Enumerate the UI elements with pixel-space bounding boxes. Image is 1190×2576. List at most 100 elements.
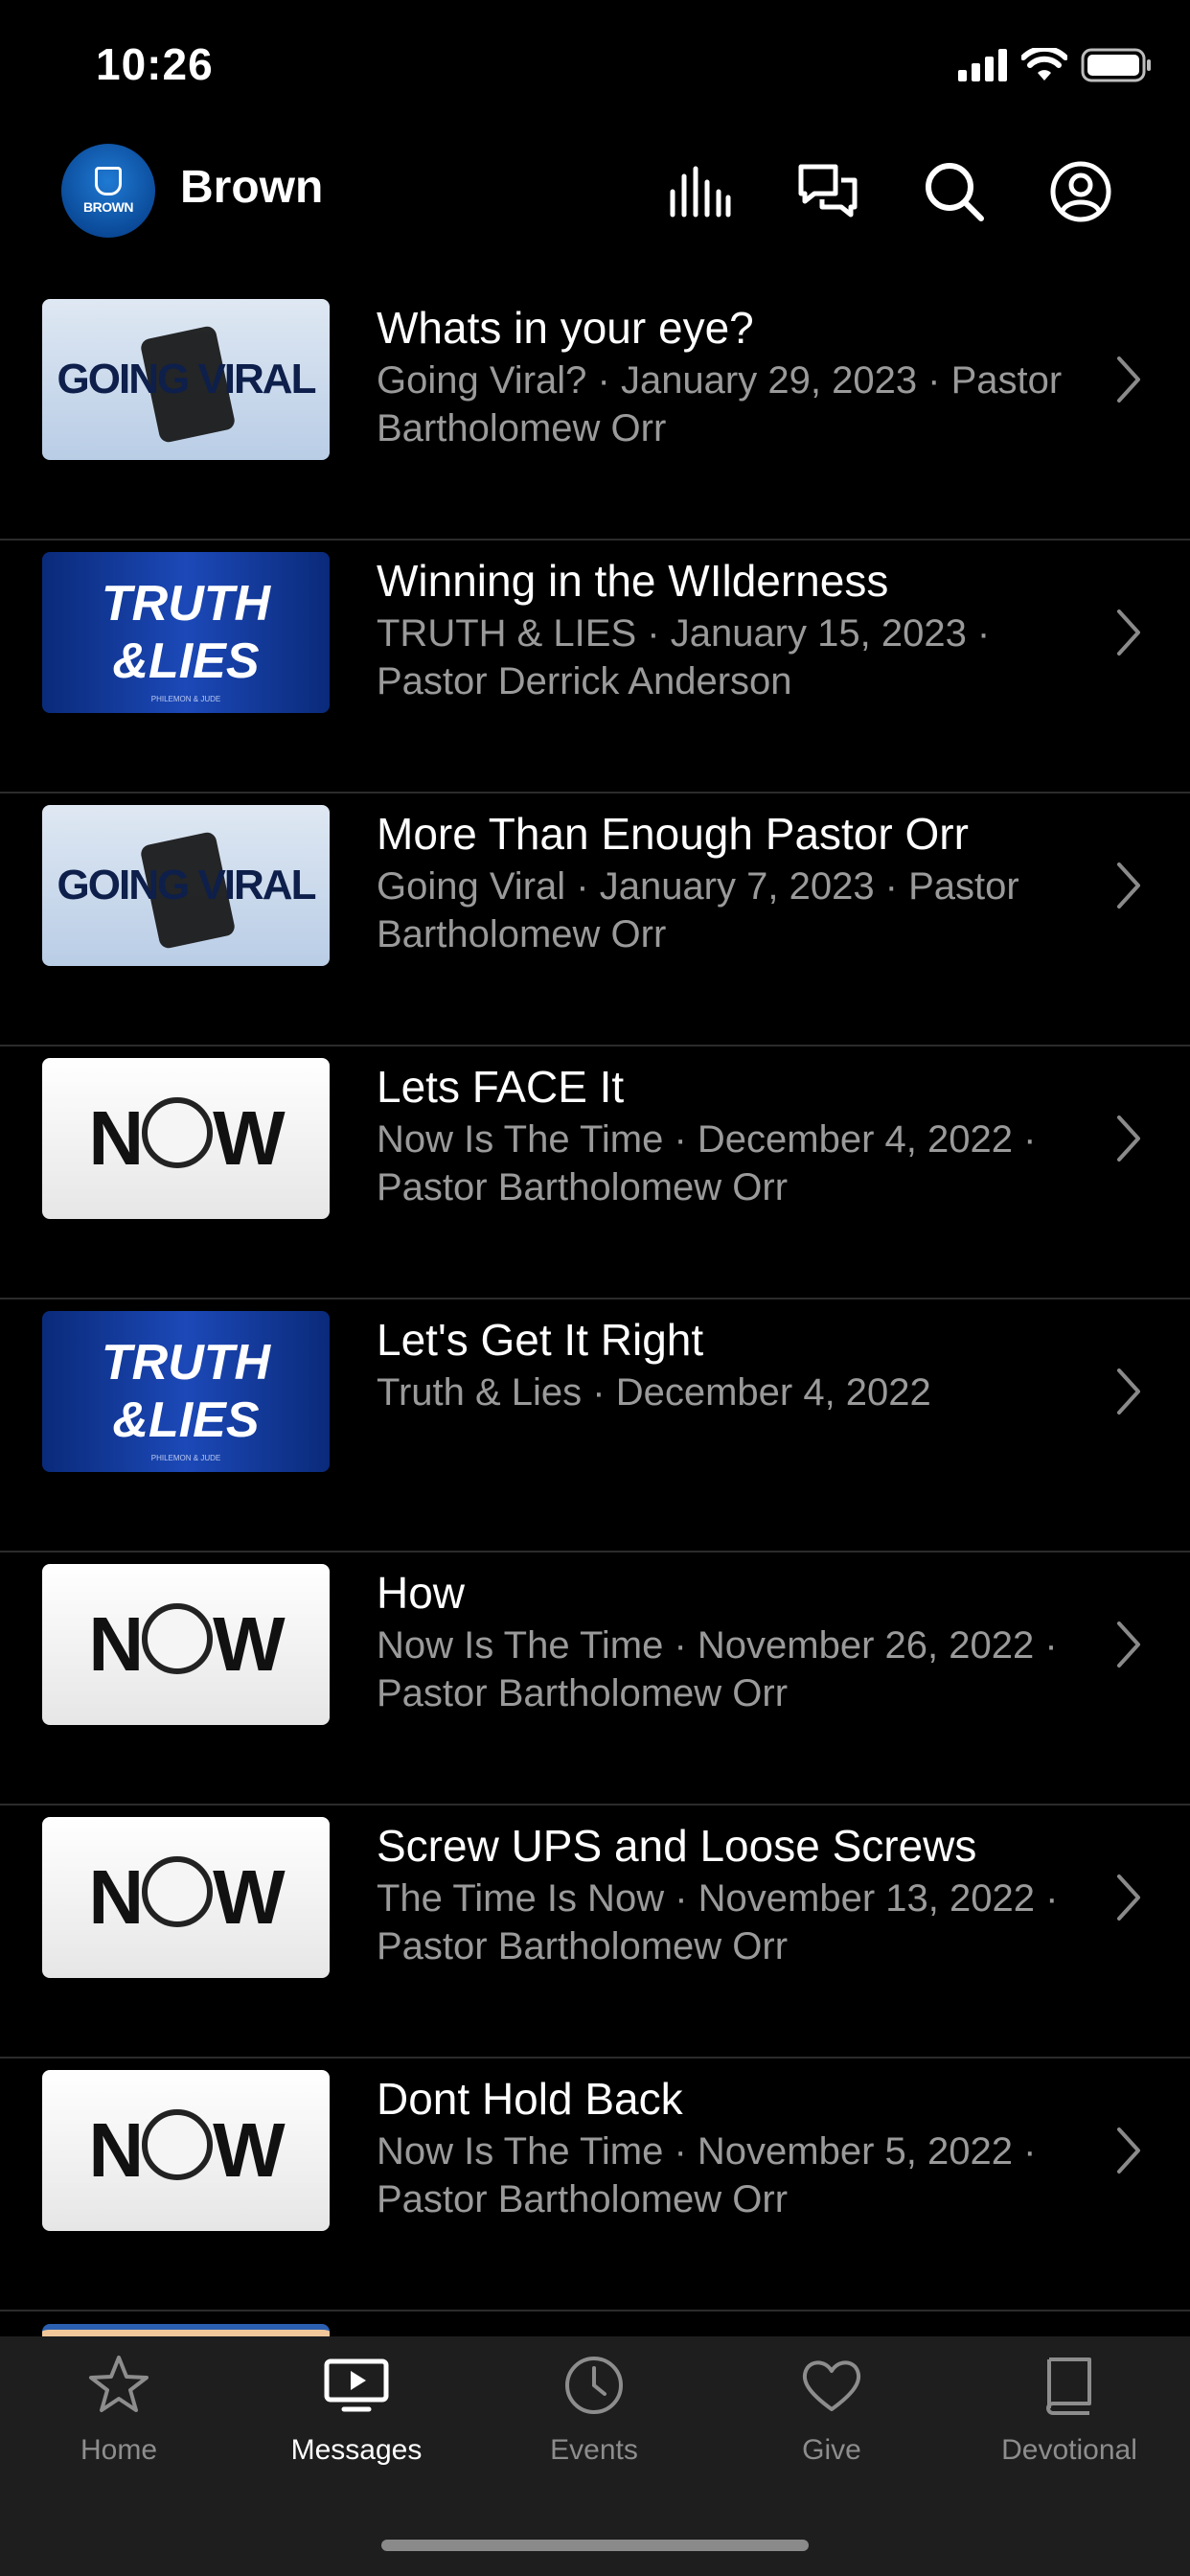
message-info: Lets FACE It Now Is The Time · December 4… bbox=[377, 1060, 1066, 1211]
audio-bars-button[interactable] bbox=[667, 159, 732, 224]
user-circle-icon bbox=[1050, 161, 1111, 222]
message-row[interactable]: N W Lets FACE It Now Is The Time · December… bbox=[0, 1046, 1190, 1300]
clock-graphic bbox=[142, 1603, 214, 1674]
message-thumbnail: GOING VIRAL bbox=[42, 299, 330, 460]
message-subtitle: Now Is The Time · November 5, 2022 · Pas… bbox=[377, 2130, 1037, 2220]
message-info: Whats in your eye? Going Viral? · January… bbox=[377, 301, 1066, 452]
thumb-caption: PHILEMON & JUDE bbox=[150, 695, 221, 703]
message-thumbnail: GOING VIRAL bbox=[42, 805, 330, 966]
star-icon bbox=[89, 2356, 149, 2412]
church-logo[interactable]: BROWN bbox=[61, 144, 155, 238]
thumb-title: TRUTH &LIES bbox=[101, 1335, 271, 1448]
thumb-letter: W bbox=[213, 2107, 286, 2193]
thumb-title: GOING VIRAL bbox=[57, 356, 317, 402]
message-subtitle: Going Viral · January 7, 2023 · Pastor B… bbox=[377, 865, 1019, 955]
message-title: More Than Enough Pastor Orr bbox=[377, 809, 969, 859]
tab-label: Messages bbox=[290, 2434, 423, 2466]
message-thumbnail: TRUTH &LIES PHILEMON & JUDE bbox=[42, 1311, 330, 1472]
message-subtitle: The Time Is Now · November 13, 2022 · Pa… bbox=[377, 1877, 1059, 1967]
chevron-right-icon bbox=[1117, 356, 1140, 402]
thumb-letter: N bbox=[88, 1095, 144, 1181]
message-title: Winning in the WIlderness bbox=[377, 556, 889, 606]
logo-text: BROWN bbox=[83, 199, 133, 215]
chevron-right-icon bbox=[1117, 1622, 1140, 1668]
message-info: Dont Hold Back Now Is The Time · November… bbox=[377, 2072, 1066, 2223]
message-thumbnail: NW bbox=[42, 1058, 330, 1219]
message-thumbnail: TRUTH &LIES PHILEMON & JUDE bbox=[42, 552, 330, 713]
message-title: Lets FACE It bbox=[377, 1062, 625, 1112]
message-subtitle: TRUTH & LIES · January 15, 2023 · Pastor… bbox=[377, 612, 991, 702]
tab-devotional[interactable]: Devotional bbox=[950, 2352, 1188, 2486]
search-icon bbox=[926, 163, 984, 221]
tab-events[interactable]: Events bbox=[475, 2352, 713, 2486]
message-row[interactable]: TRUTH &LIES PHILEMON & JUDE Winning in the… bbox=[0, 540, 1190, 794]
message-subtitle: Going Viral? · January 29, 2023 · Pastor… bbox=[377, 359, 1063, 449]
shield-icon bbox=[95, 167, 122, 196]
message-info: Winning in the WIlderness TRUTH & LIES · … bbox=[377, 554, 1066, 705]
heart-icon bbox=[802, 2360, 861, 2411]
thumb-letter: W bbox=[213, 1601, 286, 1687]
thumb-letter: W bbox=[213, 1854, 286, 1940]
thumb-title: GOING VIRAL bbox=[57, 862, 317, 908]
tab-label: Give bbox=[802, 2434, 861, 2466]
message-thumbnail: NW bbox=[42, 1817, 330, 1978]
message-subtitle: Now Is The Time · December 4, 2022 · Pas… bbox=[377, 1118, 1037, 1208]
message-subtitle: Now Is The Time · November 26, 2022 · Pa… bbox=[377, 1624, 1058, 1714]
message-subtitle: Truth & Lies · December 4, 2022 bbox=[377, 1371, 931, 1414]
clock-graphic bbox=[142, 1097, 214, 1168]
search-button[interactable] bbox=[922, 159, 987, 224]
message-title: How bbox=[377, 1568, 466, 1618]
tv-play-icon bbox=[324, 2358, 389, 2412]
status-time: 10:26 bbox=[96, 39, 214, 89]
thumb-letter: N bbox=[88, 1854, 144, 1940]
signal-icon bbox=[958, 49, 1007, 81]
thumb-caption: PHILEMON & JUDE bbox=[150, 1454, 221, 1462]
profile-button[interactable] bbox=[1048, 159, 1113, 224]
thumb-letter: W bbox=[213, 1095, 286, 1181]
chevron-right-icon bbox=[1117, 862, 1140, 908]
message-title: Dont Hold Back bbox=[377, 2074, 683, 2124]
message-title: Whats in your eye? bbox=[377, 303, 754, 353]
tab-label: Home bbox=[80, 2434, 158, 2466]
message-row[interactable]: TRUTH &LIES PHILEMON & JUDE Let's Get It R… bbox=[0, 1300, 1190, 1552]
tab-messages[interactable]: Messages bbox=[238, 2352, 475, 2486]
thumb-title: TRUTH &LIES bbox=[101, 576, 271, 689]
chat-icon bbox=[798, 164, 858, 218]
thumb-letter: N bbox=[88, 2107, 144, 2193]
status-icons bbox=[958, 48, 1152, 82]
brand-name: Brown bbox=[180, 162, 324, 213]
app-header: BROWN Brown bbox=[0, 134, 1190, 288]
tab-label: Devotional bbox=[1001, 2434, 1137, 2466]
status-bar: 10:26 bbox=[0, 0, 1190, 134]
home-indicator bbox=[381, 2540, 809, 2551]
message-row[interactable]: GOING VIRAL More Than Enough Pastor Orr Go… bbox=[0, 794, 1190, 1046]
tab-label: Events bbox=[550, 2434, 638, 2466]
chat-button[interactable] bbox=[795, 159, 860, 224]
message-thumbnail: NW bbox=[42, 2070, 330, 2231]
message-list: GOING VIRAL Whats in your eye? Going Viral… bbox=[0, 288, 1190, 2312]
tab-home[interactable]: Home bbox=[0, 2352, 238, 2486]
book-icon bbox=[1046, 2358, 1091, 2415]
battery-icon bbox=[1081, 48, 1151, 82]
wifi-icon bbox=[1021, 48, 1067, 80]
message-info: Screw UPS and Loose Screws The Time Is No… bbox=[377, 1819, 1066, 1970]
message-row[interactable]: N W Dont Hold Back Now Is The Time · Novemb… bbox=[0, 2058, 1190, 2312]
message-info: How Now Is The Time · November 26, 2022 ·… bbox=[377, 1566, 1066, 1717]
audio-bars-icon bbox=[670, 166, 731, 218]
message-thumbnail: NW bbox=[42, 1564, 330, 1725]
message-info: Let's Get It Right Truth & Lies · Decembe… bbox=[377, 1313, 1066, 1416]
message-title: Let's Get It Right bbox=[377, 1315, 704, 1365]
chevron-right-icon bbox=[1117, 1368, 1140, 1414]
thumb-letter: N bbox=[88, 1601, 144, 1687]
chevron-right-icon bbox=[1117, 610, 1140, 656]
chevron-right-icon bbox=[1117, 2128, 1140, 2174]
message-row[interactable]: N W Screw UPS and Loose Screws The Time Is … bbox=[0, 1806, 1190, 2058]
chevron-right-icon bbox=[1117, 1116, 1140, 1162]
chevron-right-icon bbox=[1117, 1874, 1140, 1920]
message-title: Screw UPS and Loose Screws bbox=[377, 1821, 977, 1871]
clock-icon bbox=[565, 2357, 623, 2414]
message-row[interactable]: N W How Now Is The Time · November 26, 2022… bbox=[0, 1552, 1190, 1806]
message-row[interactable]: GOING VIRAL Whats in your eye? Going Viral… bbox=[0, 288, 1190, 540]
clock-graphic bbox=[142, 1856, 214, 1927]
tab-give[interactable]: Give bbox=[713, 2352, 950, 2486]
